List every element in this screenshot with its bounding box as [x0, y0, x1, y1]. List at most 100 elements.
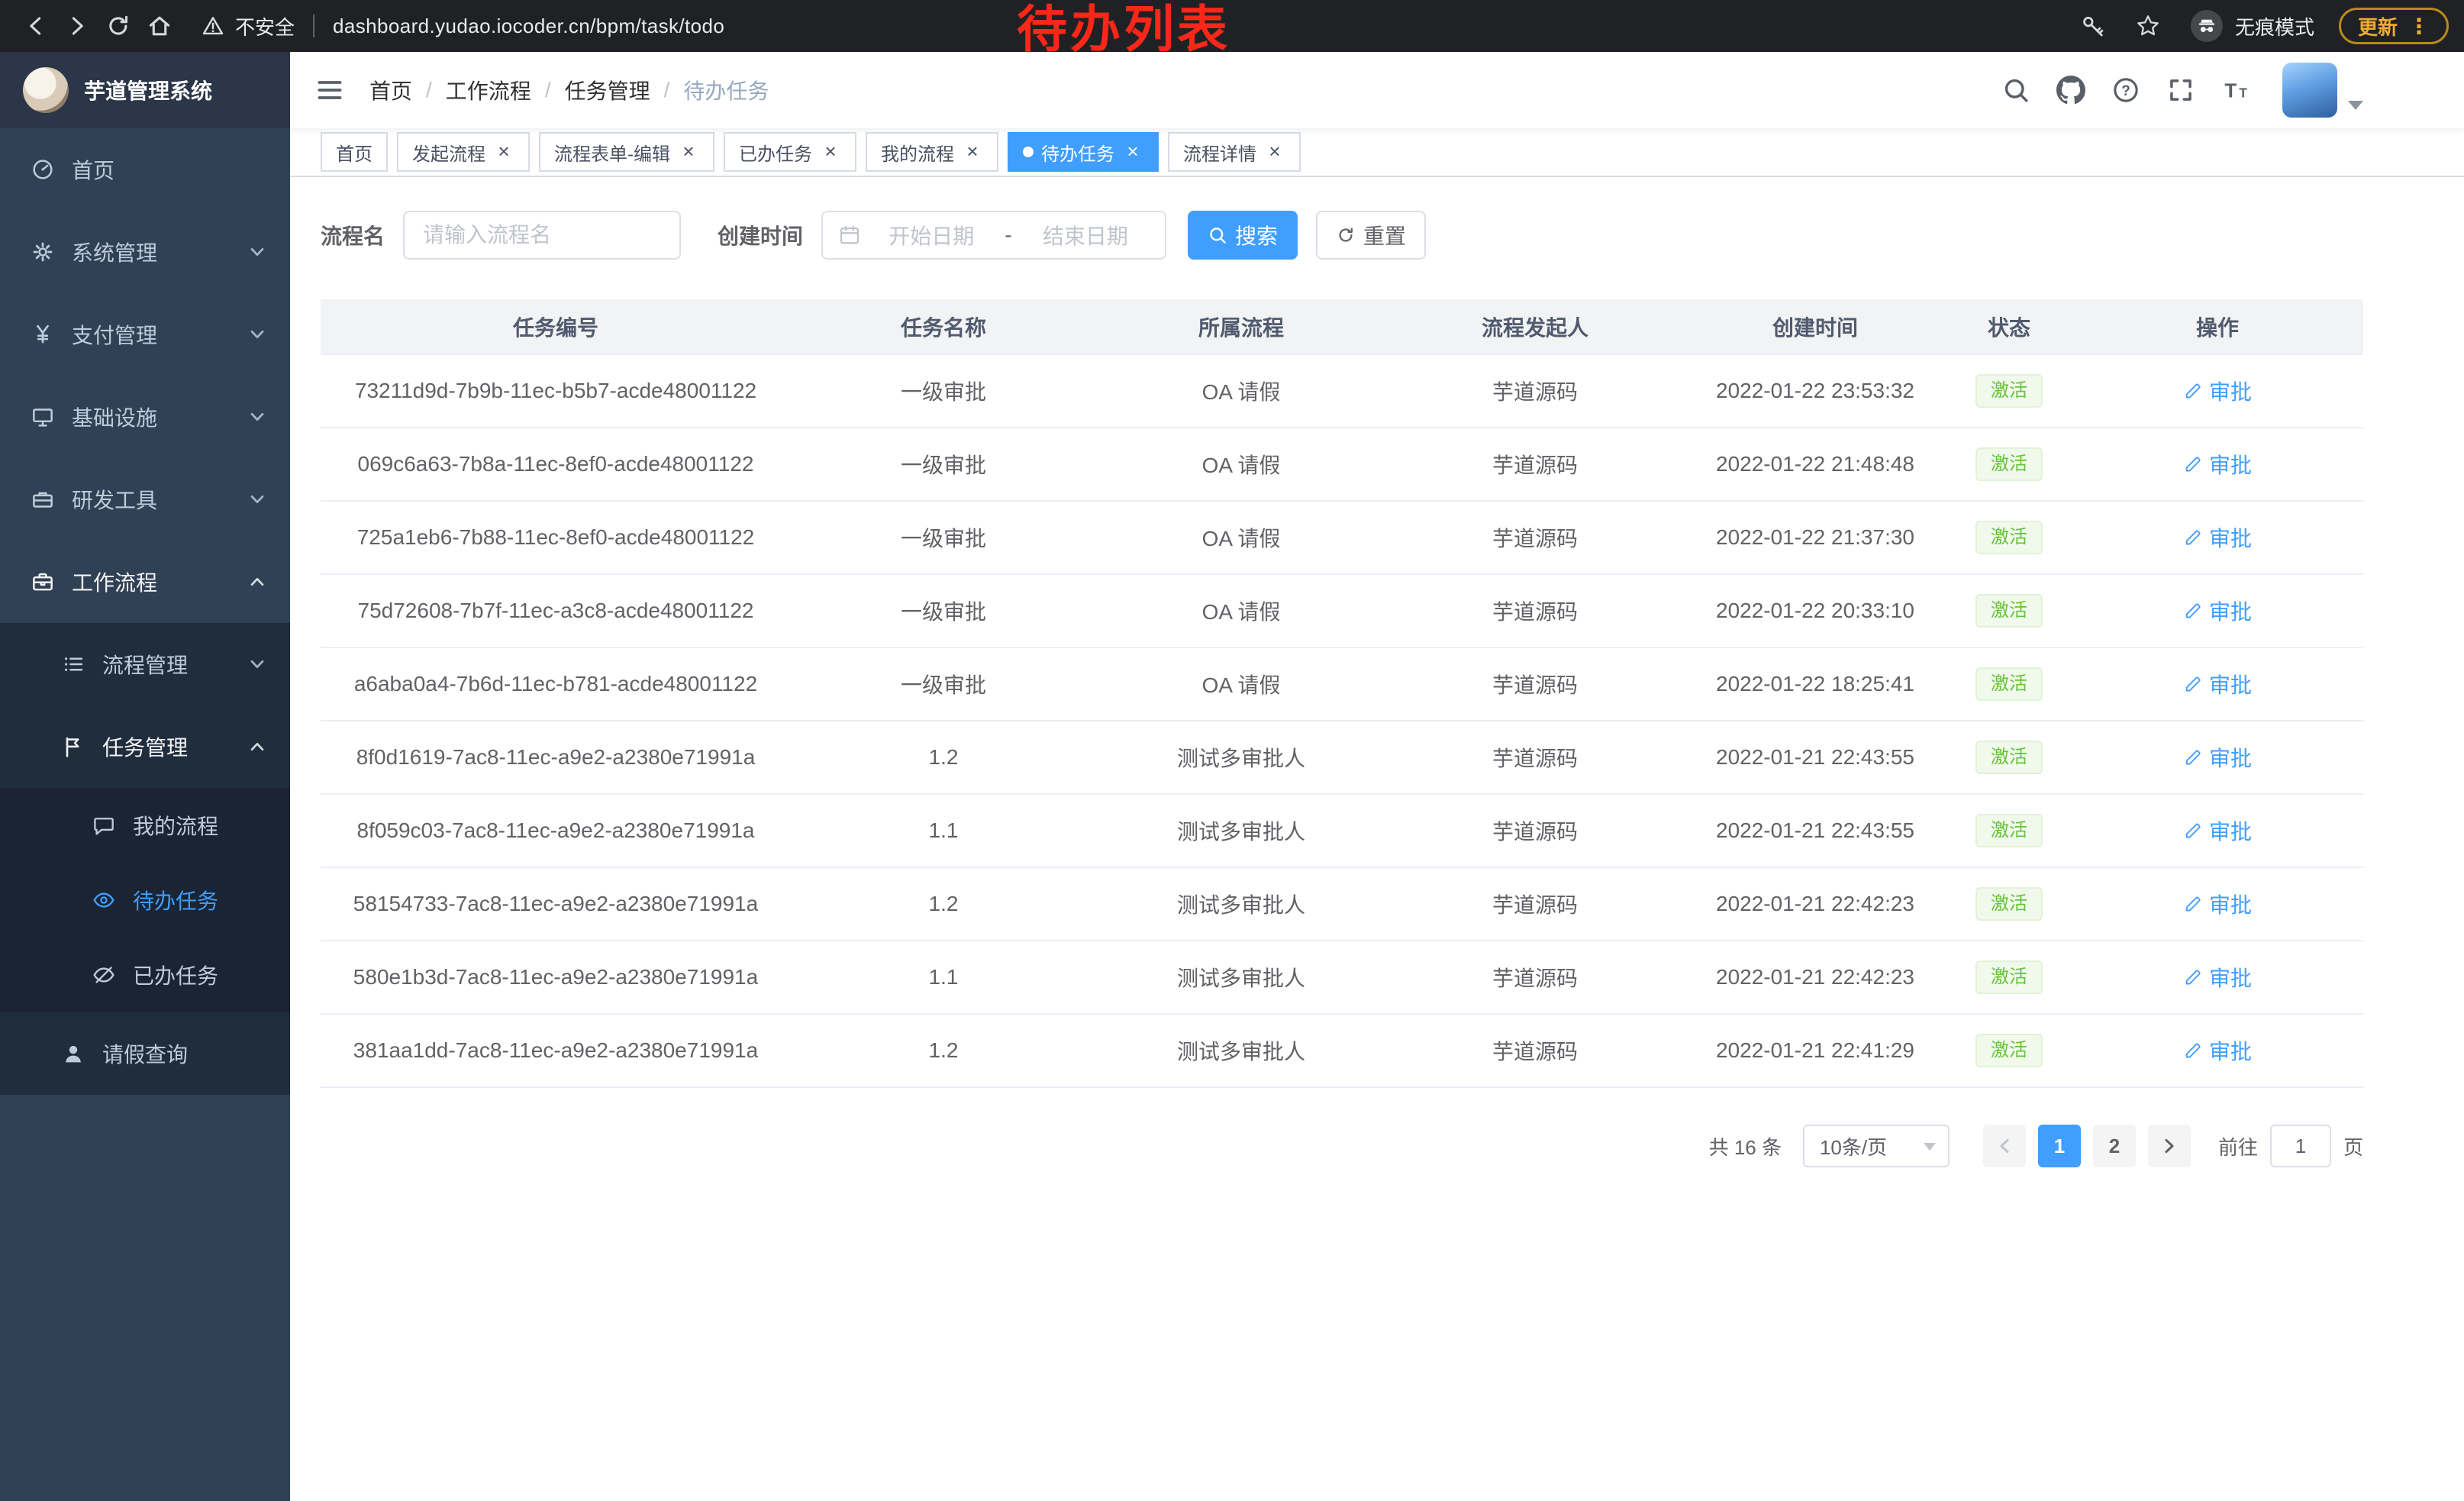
- sidebar-item-todo-tasks[interactable]: 待办任务: [0, 863, 290, 938]
- cell-initiator: 芋道源码: [1386, 501, 1684, 574]
- cell-action: 审批: [2072, 1014, 2363, 1087]
- security-chip[interactable]: 不安全: [202, 12, 295, 40]
- tab-process-form-edit[interactable]: 流程表单-编辑 ×: [539, 132, 714, 172]
- tab-my-process[interactable]: 我的流程 ×: [866, 132, 998, 172]
- sidebar-logo-row[interactable]: 芋道管理系统: [0, 52, 290, 128]
- process-name-input[interactable]: [403, 211, 681, 260]
- fullscreen-icon[interactable]: [2166, 76, 2195, 105]
- breadcrumb-workflow[interactable]: 工作流程: [446, 75, 531, 105]
- goto-page-input[interactable]: [2270, 1125, 2331, 1167]
- filter-bar: 流程名 创建时间 开始日期 - 结束日期 搜索 重: [321, 211, 2464, 260]
- tab-label: 发起流程: [412, 139, 485, 166]
- page-button-1[interactable]: 1: [2038, 1125, 2081, 1167]
- close-icon[interactable]: ×: [1122, 141, 1143, 163]
- page-size-select[interactable]: 10条/页: [1803, 1125, 1950, 1167]
- sidebar-item-devtools[interactable]: 研发工具: [0, 458, 290, 541]
- approve-label: 审批: [2209, 522, 2252, 553]
- approve-button[interactable]: 审批: [2183, 1035, 2252, 1066]
- browser-update-menu-button[interactable]: 更新 ⋮: [2339, 8, 2449, 44]
- approve-button[interactable]: 审批: [2183, 449, 2252, 479]
- edit-icon: [2183, 528, 2203, 547]
- browser-reload-button[interactable]: [98, 5, 139, 47]
- github-icon[interactable]: [2056, 76, 2085, 105]
- end-date-placeholder: 结束日期: [1021, 220, 1150, 250]
- close-icon[interactable]: ×: [493, 141, 514, 163]
- table-row: 58154733-7ac8-11ec-a9e2-a2380e71991a 1.2…: [321, 867, 2363, 941]
- tab-todo-tasks[interactable]: 待办任务 ×: [1008, 132, 1159, 172]
- help-icon[interactable]: [2111, 76, 2140, 105]
- font-size-icon[interactable]: [2221, 76, 2250, 105]
- date-range-picker[interactable]: 开始日期 - 结束日期: [821, 211, 1166, 260]
- sidebar-item-home[interactable]: 首页: [0, 128, 290, 211]
- approve-button[interactable]: 审批: [2183, 522, 2252, 553]
- approve-button[interactable]: 审批: [2183, 596, 2252, 626]
- status-badge: 激活: [1975, 594, 2043, 628]
- browser-home-button[interactable]: [139, 5, 180, 47]
- cell-initiator: 芋道源码: [1386, 428, 1684, 501]
- cell-status: 激活: [1946, 1014, 2072, 1087]
- column-header-actions: 操作: [2072, 299, 2363, 354]
- incognito-indicator: 无痕模式: [2191, 10, 2314, 42]
- close-icon[interactable]: ×: [1264, 141, 1285, 163]
- sidebar-item-payment[interactable]: 支付管理: [0, 293, 290, 376]
- hamburger-icon[interactable]: [314, 75, 345, 105]
- sidebar-item-leave-query[interactable]: 请假查询: [0, 1012, 290, 1095]
- approve-button[interactable]: 审批: [2183, 962, 2252, 993]
- cell-task-id: 580e1b3d-7ac8-11ec-a9e2-a2380e71991a: [321, 941, 791, 1014]
- close-icon[interactable]: ×: [820, 141, 841, 163]
- close-icon[interactable]: ×: [962, 141, 983, 163]
- user-menu[interactable]: [2282, 63, 2363, 118]
- search-button[interactable]: 搜索: [1188, 211, 1298, 260]
- breadcrumb-home[interactable]: 首页: [369, 75, 412, 105]
- tab-home[interactable]: 首页: [321, 132, 388, 172]
- tab-initiate-process[interactable]: 发起流程 ×: [397, 132, 530, 172]
- browser-forward-button[interactable]: [56, 5, 98, 47]
- reset-button[interactable]: 重置: [1316, 211, 1426, 260]
- yen-icon: [31, 322, 55, 347]
- tab-process-detail[interactable]: 流程详情 ×: [1168, 132, 1301, 172]
- approve-label: 审批: [2209, 742, 2252, 773]
- cell-task-name: 1.2: [791, 867, 1096, 941]
- cell-status: 激活: [1946, 794, 2072, 867]
- star-icon: [2135, 13, 2161, 39]
- page-button-2[interactable]: 2: [2093, 1125, 2136, 1167]
- approve-button[interactable]: 审批: [2183, 889, 2252, 919]
- next-page-button[interactable]: [2148, 1125, 2191, 1167]
- breadcrumb-current: 待办任务: [683, 75, 769, 105]
- cell-created: 2022-01-21 22:43:55: [1684, 721, 1946, 794]
- sidebar-item-infra[interactable]: 基础设施: [0, 376, 290, 458]
- prev-page-button[interactable]: [1983, 1125, 2026, 1167]
- forward-icon: [64, 13, 90, 39]
- cell-task-name: 一级审批: [791, 647, 1096, 721]
- active-dot: [1023, 147, 1034, 157]
- bookmark-star-button[interactable]: [2130, 8, 2166, 44]
- calendar-icon: [838, 224, 861, 247]
- close-icon[interactable]: ×: [678, 141, 699, 163]
- cell-created: 2022-01-21 22:42:23: [1684, 941, 1946, 1014]
- approve-button[interactable]: 审批: [2183, 669, 2252, 699]
- sidebar-item-task-mgmt[interactable]: 任务管理: [0, 705, 290, 788]
- cell-created: 2022-01-22 21:48:48: [1684, 428, 1946, 501]
- approve-button[interactable]: 审批: [2183, 376, 2252, 406]
- search-icon[interactable]: [2001, 76, 2030, 105]
- tab-done-tasks[interactable]: 已办任务 ×: [724, 132, 856, 172]
- sidebar-item-system[interactable]: 系统管理: [0, 211, 290, 293]
- sidebar-item-workflow[interactable]: 工作流程: [0, 541, 290, 623]
- approve-button[interactable]: 审批: [2183, 815, 2252, 846]
- approve-label: 审批: [2209, 669, 2252, 699]
- page-content: 流程名 创建时间 开始日期 - 结束日期 搜索 重: [290, 177, 2464, 1501]
- table-row: 8f0d1619-7ac8-11ec-a9e2-a2380e71991a 1.2…: [321, 721, 2363, 794]
- address-url[interactable]: dashboard.yudao.iocoder.cn/bpm/task/todo: [333, 15, 724, 38]
- browser-back-button[interactable]: [15, 5, 56, 47]
- breadcrumb-task-mgmt[interactable]: 任务管理: [565, 75, 650, 105]
- sidebar-item-done-tasks[interactable]: 已办任务: [0, 938, 290, 1012]
- approve-button[interactable]: 审批: [2183, 742, 2252, 773]
- browser-chrome: 不安全 dashboard.yudao.iocoder.cn/bpm/task/…: [0, 0, 2464, 52]
- sidebar-item-my-process[interactable]: 我的流程: [0, 788, 290, 863]
- password-key-button[interactable]: [2075, 8, 2111, 44]
- sidebar-item-process-mgmt[interactable]: 流程管理: [0, 623, 290, 705]
- cell-action: 审批: [2072, 941, 2363, 1014]
- update-label: 更新: [2358, 12, 2398, 40]
- refresh-icon: [1336, 225, 1356, 245]
- cell-process: 测试多审批人: [1096, 721, 1386, 794]
